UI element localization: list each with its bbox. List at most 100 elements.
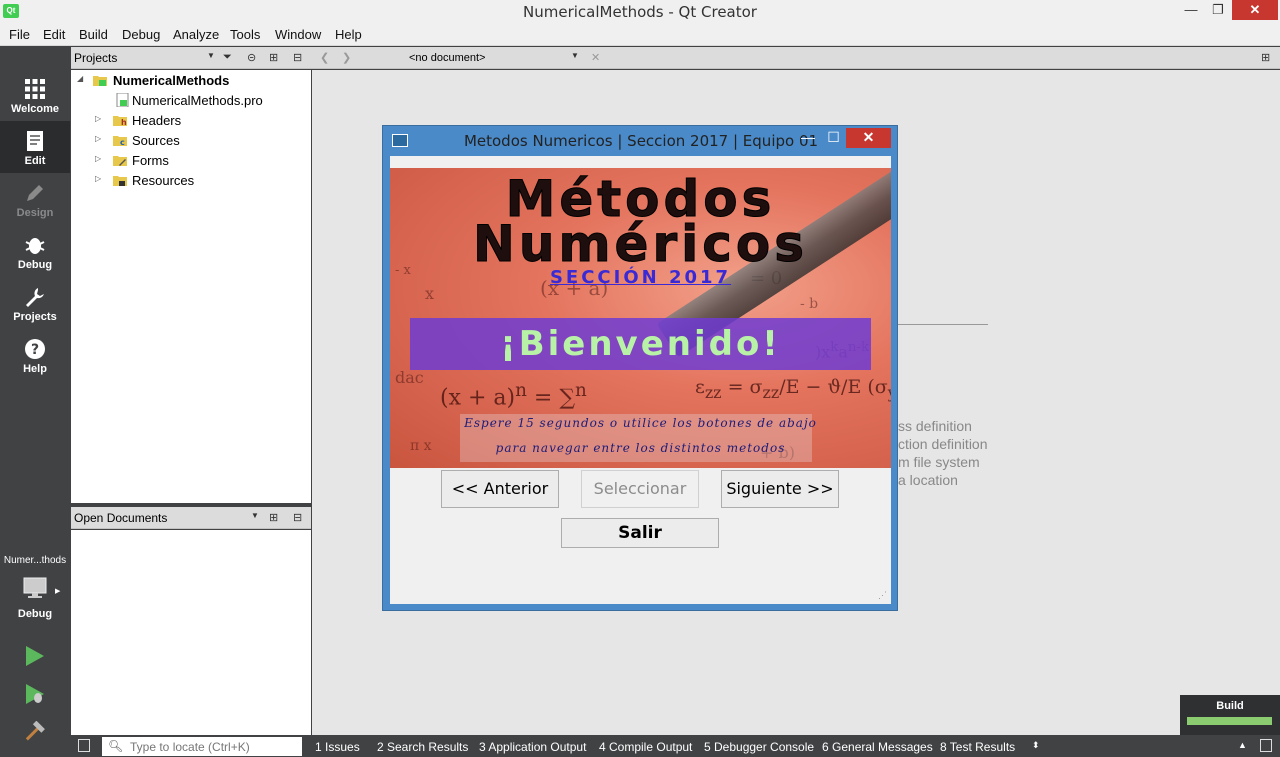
dialog-close-button[interactable]: ✕ [846,128,891,148]
expand-arrow-icon[interactable]: ▷ [95,134,101,143]
locator-input[interactable]: 🔍︎ Type to locate (Ctrl+K) [102,737,302,756]
expand-arrow-icon[interactable]: ▷ [95,174,101,183]
mode-edit[interactable]: Edit [0,121,70,173]
run-icon[interactable] [24,645,46,667]
debug-run-icon[interactable] [24,683,46,705]
monitor-icon [23,577,47,598]
output-pane-bar: 🔍︎ Type to locate (Ctrl+K) 1 Issues 2 Se… [71,736,1280,757]
mode-welcome[interactable]: Welcome [0,69,70,121]
mode-design[interactable]: Design [0,173,70,225]
link-icon[interactable]: ⊝ [247,51,256,64]
hammer-icon[interactable] [24,721,46,743]
tab-general-messages[interactable]: 6 General Messages [822,740,933,754]
minimize-button[interactable]: — [1176,0,1206,20]
mode-label: Projects [13,311,57,323]
app-dialog: Metodos Numericos | Seccion 2017 | Equip… [382,125,898,611]
dropdown-arrow-icon[interactable]: ▼ [251,511,259,520]
document-selector[interactable]: <no document> [409,52,485,64]
build-progress-panel[interactable]: Build [1180,695,1280,735]
tree-item-sources[interactable]: ▷ c Sources [95,131,295,151]
mode-label: Help [23,363,47,375]
kit-selector[interactable]: ▶ Debug [0,573,70,623]
menu-analyze[interactable]: Analyze [173,27,219,42]
forward-arrow-icon[interactable]: ❯ [342,51,351,64]
toggle-sidebar-icon[interactable] [78,739,90,752]
projects-toolbar: Projects ▼ ⏷ ⊝ ⊞ ⊟ [71,47,311,69]
tree-item-resources[interactable]: ▷ Resources [95,171,295,191]
editor-toolbar: ❮ ❯ <no document> ▼ ✕ ⊞ [311,47,1280,69]
welcome-band: ¡Bienvenido! [410,318,871,370]
tab-search-results[interactable]: 2 Search Results [377,740,468,754]
previous-button[interactable]: << Anterior [441,470,559,508]
expand-arrow-icon[interactable]: ▷ [95,154,101,163]
split-icon[interactable]: ⊞ [269,511,278,524]
split-editor-icon[interactable]: ⊞ [1261,51,1270,64]
locator-placeholder: Type to locate (Ctrl+K) [130,740,250,754]
project-tree: ◢ NumericalMethods NumericalMethods.pro … [71,70,311,503]
menu-help[interactable]: Help [335,27,362,42]
mode-label: Edit [24,155,46,167]
search-icon: 🔍︎ [108,739,124,753]
editor-hint: ss definition [898,418,972,434]
editor-hint: a location [898,472,958,488]
close-pane-icon[interactable]: ⊟ [293,51,302,64]
divider [896,324,988,325]
tab-debugger-console[interactable]: 5 Debugger Console [704,740,814,754]
menu-tools[interactable]: Tools [230,27,260,42]
open-documents-title[interactable]: Open Documents [74,511,167,525]
mode-label: Debug [17,259,53,271]
dialog-minimize-button[interactable]: — [795,128,821,148]
tab-issues[interactable]: 1 Issues [315,740,360,754]
menu-debug[interactable]: Debug [122,27,160,42]
maximize-output-icon[interactable]: ▲ [1238,740,1247,750]
instruction-line1: Espere 15 segundos o utilice los botones… [464,416,817,430]
mode-help[interactable]: ? Help [0,329,70,381]
menu-build[interactable]: Build [79,27,108,42]
dropdown-arrow-icon[interactable]: ▼ [571,51,579,60]
exit-button[interactable]: Salir [561,518,719,548]
tabs-scroll-icon[interactable]: ⬍ [1032,740,1040,751]
dropdown-arrow-icon[interactable]: ▼ [207,51,215,60]
back-arrow-icon[interactable]: ❮ [320,51,329,64]
menu-window[interactable]: Window [275,27,321,42]
tab-application-output[interactable]: 3 Application Output [479,740,586,754]
tree-item-forms[interactable]: ▷ Forms [95,151,295,171]
banner-section: SECCIÓN 2017 [549,267,732,288]
collapse-arrow-icon[interactable]: ◢ [77,74,83,83]
toggle-right-sidebar-icon[interactable] [1260,739,1272,752]
mode-label: Welcome [10,103,60,115]
svg-text:?: ? [31,342,39,358]
split-icon[interactable]: ⊞ [269,51,278,64]
banner-image: x - x (x + a) = 0 - b dac )xkan-k (x + a… [390,168,891,468]
mode-debug[interactable]: Debug [0,225,70,277]
tree-root[interactable]: ◢ NumericalMethods [77,71,307,91]
expand-arrow-icon[interactable]: ▷ [95,114,101,123]
close-button[interactable]: ✕ [1232,0,1278,20]
menu-edit[interactable]: Edit [43,27,65,42]
kit-name: Numer...thods [3,555,67,566]
open-documents-list: ▲ ▼ [71,530,381,735]
build-progress-bar [1187,717,1272,725]
tree-item-label: Forms [132,153,169,168]
tree-item-headers[interactable]: ▷ h Headers [95,111,295,131]
tab-test-results[interactable]: 8 Test Results [940,740,1015,754]
projects-view-selector[interactable]: Projects [74,51,117,65]
editor-hint: m file system [898,454,980,470]
next-button[interactable]: Siguiente >> [721,470,839,508]
tab-compile-output[interactable]: 4 Compile Output [599,740,692,754]
tree-item-pro[interactable]: NumericalMethods.pro [113,91,303,111]
close-document-icon[interactable]: ✕ [591,51,600,64]
title-bar: Qt NumericalMethods - Qt Creator — ❐ ✕ [0,0,1280,24]
folder-icon [113,156,127,166]
welcome-text: ¡Bienvenido! [500,324,781,364]
mode-projects[interactable]: Projects [0,277,70,329]
menu-file[interactable]: File [9,27,30,42]
close-pane-icon[interactable]: ⊟ [293,511,302,524]
folder-icon: h [113,116,127,127]
svg-text:c: c [120,138,125,147]
filter-icon[interactable]: ⏷ [223,51,232,64]
restore-button[interactable]: ❐ [1203,0,1233,20]
select-button[interactable]: Seleccionar [581,470,699,508]
dialog-maximize-button[interactable]: ☐ [821,128,846,148]
resize-grip-icon[interactable]: ⋰ [878,590,887,601]
